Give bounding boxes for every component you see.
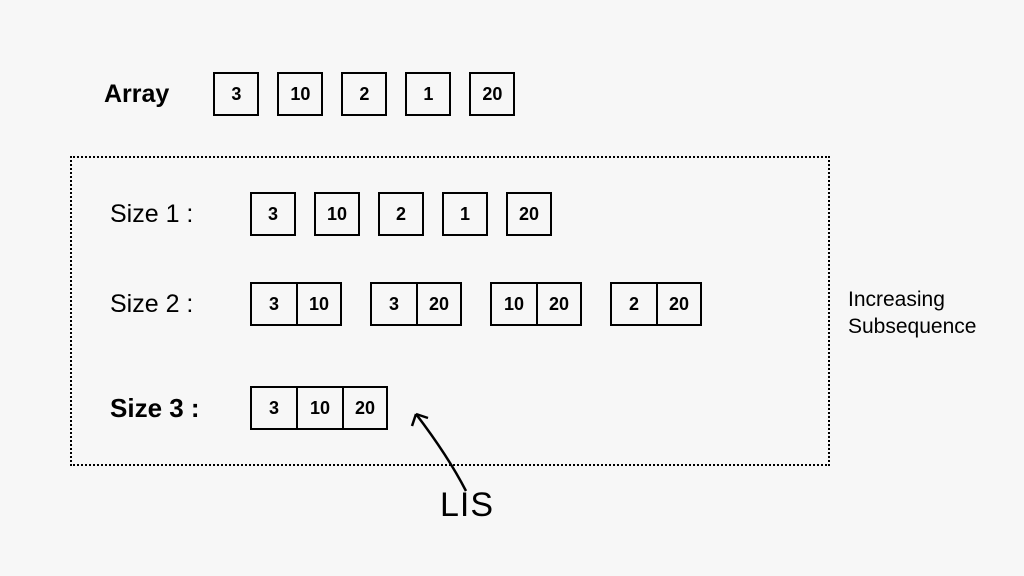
size2-pair: 3 20 [370,282,462,326]
pair-cell: 10 [296,282,342,326]
array-cell: 10 [277,72,323,116]
pair-cell: 10 [490,282,536,326]
size1-label: Size 1 : [110,200,220,229]
pair-cell: 20 [656,282,702,326]
lis-label: LIS [440,486,494,525]
size2-pair: 10 20 [490,282,582,326]
pair-cell: 2 [610,282,656,326]
pair-cell: 20 [536,282,582,326]
pair-cell: 20 [416,282,462,326]
array-row: Array 3 10 2 1 20 [104,72,515,116]
size3-label: Size 3 : [110,393,220,424]
size1-row: Size 1 : 3 10 2 1 20 [110,192,552,236]
increasing-subsequence-label: Increasing Subsequence [848,286,976,341]
size1-cell: 3 [250,192,296,236]
size2-pair: 2 20 [610,282,702,326]
triple-cell: 10 [296,386,342,430]
size3-triple: 3 10 20 [250,386,388,430]
size1-cell: 10 [314,192,360,236]
pair-cell: 3 [370,282,416,326]
triple-cell: 3 [250,386,296,430]
side-label-line2: Subsequence [848,313,976,340]
size1-cell: 1 [442,192,488,236]
array-cell: 1 [405,72,451,116]
size2-row: Size 2 : 3 10 3 20 10 20 2 20 [110,282,730,326]
size1-cell: 2 [378,192,424,236]
triple-cell: 20 [342,386,388,430]
side-label-line1: Increasing [848,286,976,313]
size3-row: Size 3 : 3 10 20 [110,386,416,430]
array-cell: 3 [213,72,259,116]
size2-pair: 3 10 [250,282,342,326]
array-label: Array [104,80,169,109]
pair-cell: 3 [250,282,296,326]
size1-cell: 20 [506,192,552,236]
array-cell: 2 [341,72,387,116]
array-cell: 20 [469,72,515,116]
size2-label: Size 2 : [110,290,220,319]
